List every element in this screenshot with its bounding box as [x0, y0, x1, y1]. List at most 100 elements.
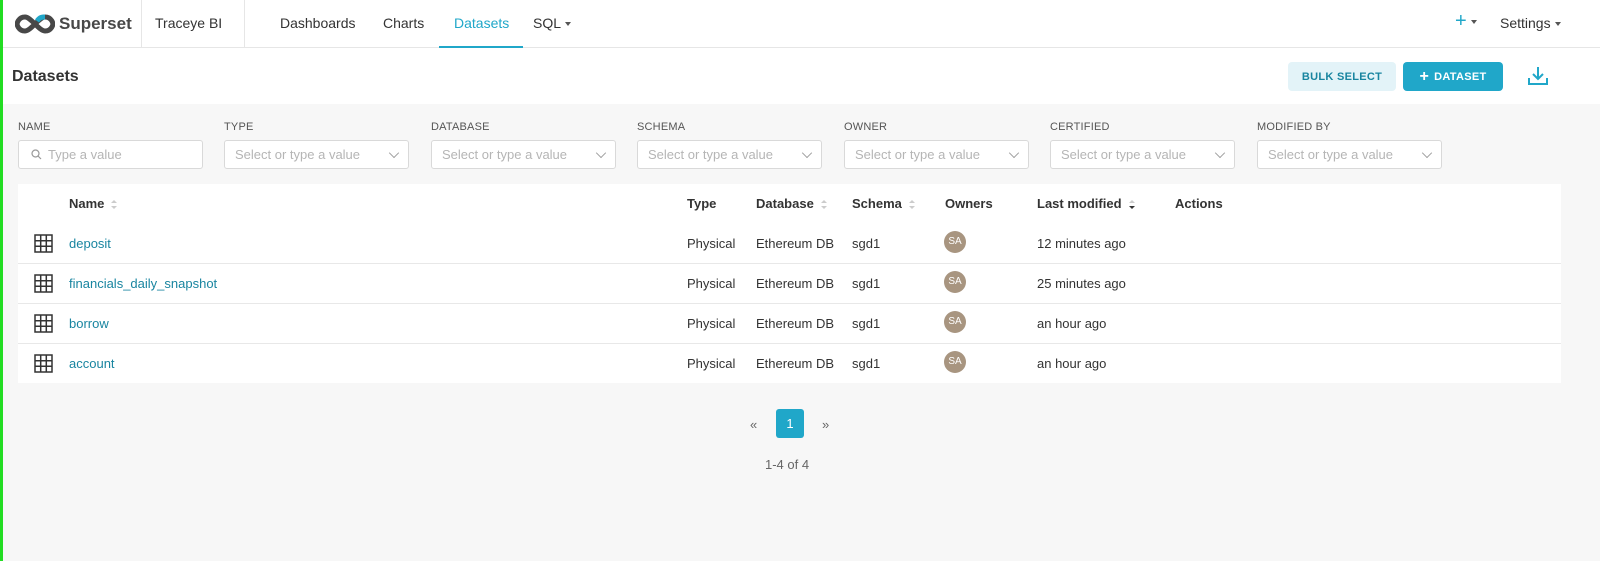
plus-icon: +	[1455, 10, 1467, 32]
placeholder: Select or type a value	[1061, 147, 1187, 162]
nav-dashboards[interactable]: Dashboards	[280, 15, 356, 31]
bulk-select-button[interactable]: BULK SELECT	[1288, 62, 1396, 91]
nav-charts[interactable]: Charts	[383, 15, 424, 31]
dataset-schema: sgd1	[852, 276, 881, 291]
settings-menu[interactable]: Settings	[1500, 15, 1561, 31]
chevron-down-icon	[801, 147, 813, 159]
dataset-database: Ethereum DB	[756, 316, 835, 331]
filter-label: CERTIFIED	[1050, 121, 1110, 133]
chevron-down-icon	[1421, 147, 1433, 159]
modified-by-select[interactable]: Select or type a value	[1257, 140, 1442, 169]
dataset-type: Physical	[687, 316, 736, 331]
table-row: financials_daily_snapshot Physical Ether…	[18, 264, 1561, 304]
table-icon	[34, 274, 53, 293]
filter-certified: CERTIFIED Select or type a value	[1050, 121, 1235, 169]
caret-down-icon	[1470, 19, 1477, 24]
owner-avatar[interactable]: SA	[944, 231, 966, 253]
plus-icon: +	[1419, 67, 1430, 85]
filter-label: DATABASE	[431, 121, 490, 133]
owner-avatar[interactable]: SA	[944, 311, 966, 333]
filter-type: TYPE Select or type a value	[224, 121, 409, 169]
divider	[141, 0, 142, 48]
table-row: account Physical Ethereum DB sgd1 SA an …	[18, 344, 1561, 384]
superset-logo-icon	[15, 14, 55, 34]
download-icon	[1528, 67, 1548, 85]
pagination-range-text: 1-4 of 4	[765, 457, 810, 472]
table-row: deposit Physical Ethereum DB sgd1 SA 12 …	[18, 224, 1561, 264]
col-header-label: Schema	[852, 196, 902, 211]
add-dataset-button[interactable]: + DATASET	[1403, 62, 1503, 91]
sort-icon	[820, 199, 827, 210]
filter-label: SCHEMA	[637, 121, 686, 133]
import-button[interactable]	[1525, 63, 1551, 89]
sort-icon	[111, 199, 118, 210]
nav-sql-menu[interactable]: SQL	[533, 15, 572, 31]
search-icon	[31, 149, 42, 160]
pagination-next-button[interactable]: »	[822, 417, 829, 432]
dataset-database: Ethereum DB	[756, 236, 835, 251]
col-header-label: Last modified	[1037, 196, 1122, 211]
add-dataset-label: DATASET	[1434, 70, 1487, 83]
chevron-down-icon	[388, 147, 400, 159]
owner-avatar[interactable]: SA	[944, 271, 966, 293]
col-header-name[interactable]: Name	[69, 196, 118, 211]
sort-desc-icon	[1128, 199, 1135, 210]
col-header-database[interactable]: Database	[756, 196, 827, 211]
dataset-database: Ethereum DB	[756, 356, 835, 371]
dataset-name-link[interactable]: financials_daily_snapshot	[69, 276, 217, 291]
type-select[interactable]: Select or type a value	[224, 140, 409, 169]
chevron-down-icon	[1008, 147, 1020, 159]
col-header-schema[interactable]: Schema	[852, 196, 915, 211]
filter-name: NAME Type a value	[18, 121, 203, 169]
divider	[244, 0, 245, 48]
nav-datasets[interactable]: Datasets	[454, 15, 509, 31]
schema-select[interactable]: Select or type a value	[637, 140, 822, 169]
filter-label: TYPE	[224, 121, 254, 133]
placeholder: Select or type a value	[855, 147, 981, 162]
new-menu-button[interactable]: +	[1455, 10, 1477, 33]
dataset-name-link[interactable]: account	[69, 356, 115, 371]
chevron-down-icon	[595, 147, 607, 159]
dataset-database: Ethereum DB	[756, 276, 835, 291]
chevron-down-icon	[1214, 147, 1226, 159]
dataset-schema: sgd1	[852, 316, 881, 331]
placeholder: Type a value	[48, 147, 122, 162]
database-select[interactable]: Select or type a value	[431, 140, 616, 169]
col-header-label: Database	[756, 196, 814, 211]
pagination-page-1[interactable]: 1	[776, 409, 804, 438]
filter-schema: SCHEMA Select or type a value	[637, 121, 822, 169]
nav-sql-label: SQL	[533, 15, 562, 31]
dataset-type: Physical	[687, 236, 736, 251]
table-row: borrow Physical Ethereum DB sgd1 SA an h…	[18, 304, 1561, 344]
sort-icon	[908, 199, 915, 210]
col-header-type: Type	[687, 196, 717, 211]
dataset-name-link[interactable]: deposit	[69, 236, 111, 251]
pagination-prev-button[interactable]: «	[750, 417, 757, 432]
owner-select[interactable]: Select or type a value	[844, 140, 1029, 169]
owner-avatar[interactable]: SA	[944, 351, 966, 373]
dataset-schema: sgd1	[852, 356, 881, 371]
filter-database: DATABASE Select or type a value	[431, 121, 616, 169]
placeholder: Select or type a value	[235, 147, 361, 162]
col-header-actions: Actions	[1175, 196, 1223, 211]
col-header-last-modified[interactable]: Last modified	[1037, 196, 1135, 211]
filter-label: MODIFIED BY	[1257, 121, 1331, 133]
col-header-owners: Owners	[945, 196, 993, 211]
filter-modified-by: MODIFIED BY Select or type a value	[1257, 121, 1442, 169]
dataset-last-modified: 25 minutes ago	[1037, 276, 1126, 291]
superset-logo[interactable]: Superset	[15, 10, 132, 38]
table-icon	[34, 354, 53, 373]
table-icon	[34, 234, 53, 253]
filter-owner: OWNER Select or type a value	[844, 121, 1029, 169]
name-search-input[interactable]: Type a value	[18, 140, 203, 169]
dataset-last-modified: 12 minutes ago	[1037, 236, 1126, 251]
dataset-type: Physical	[687, 356, 736, 371]
dataset-name-link[interactable]: borrow	[69, 316, 109, 331]
placeholder: Select or type a value	[442, 147, 568, 162]
dataset-last-modified: an hour ago	[1037, 356, 1107, 371]
page-header: Datasets BULK SELECT + DATASET	[3, 48, 1600, 104]
certified-select[interactable]: Select or type a value	[1050, 140, 1235, 169]
table-icon	[34, 314, 53, 333]
brand-name[interactable]: Traceye BI	[155, 15, 222, 31]
page-title: Datasets	[12, 68, 79, 85]
